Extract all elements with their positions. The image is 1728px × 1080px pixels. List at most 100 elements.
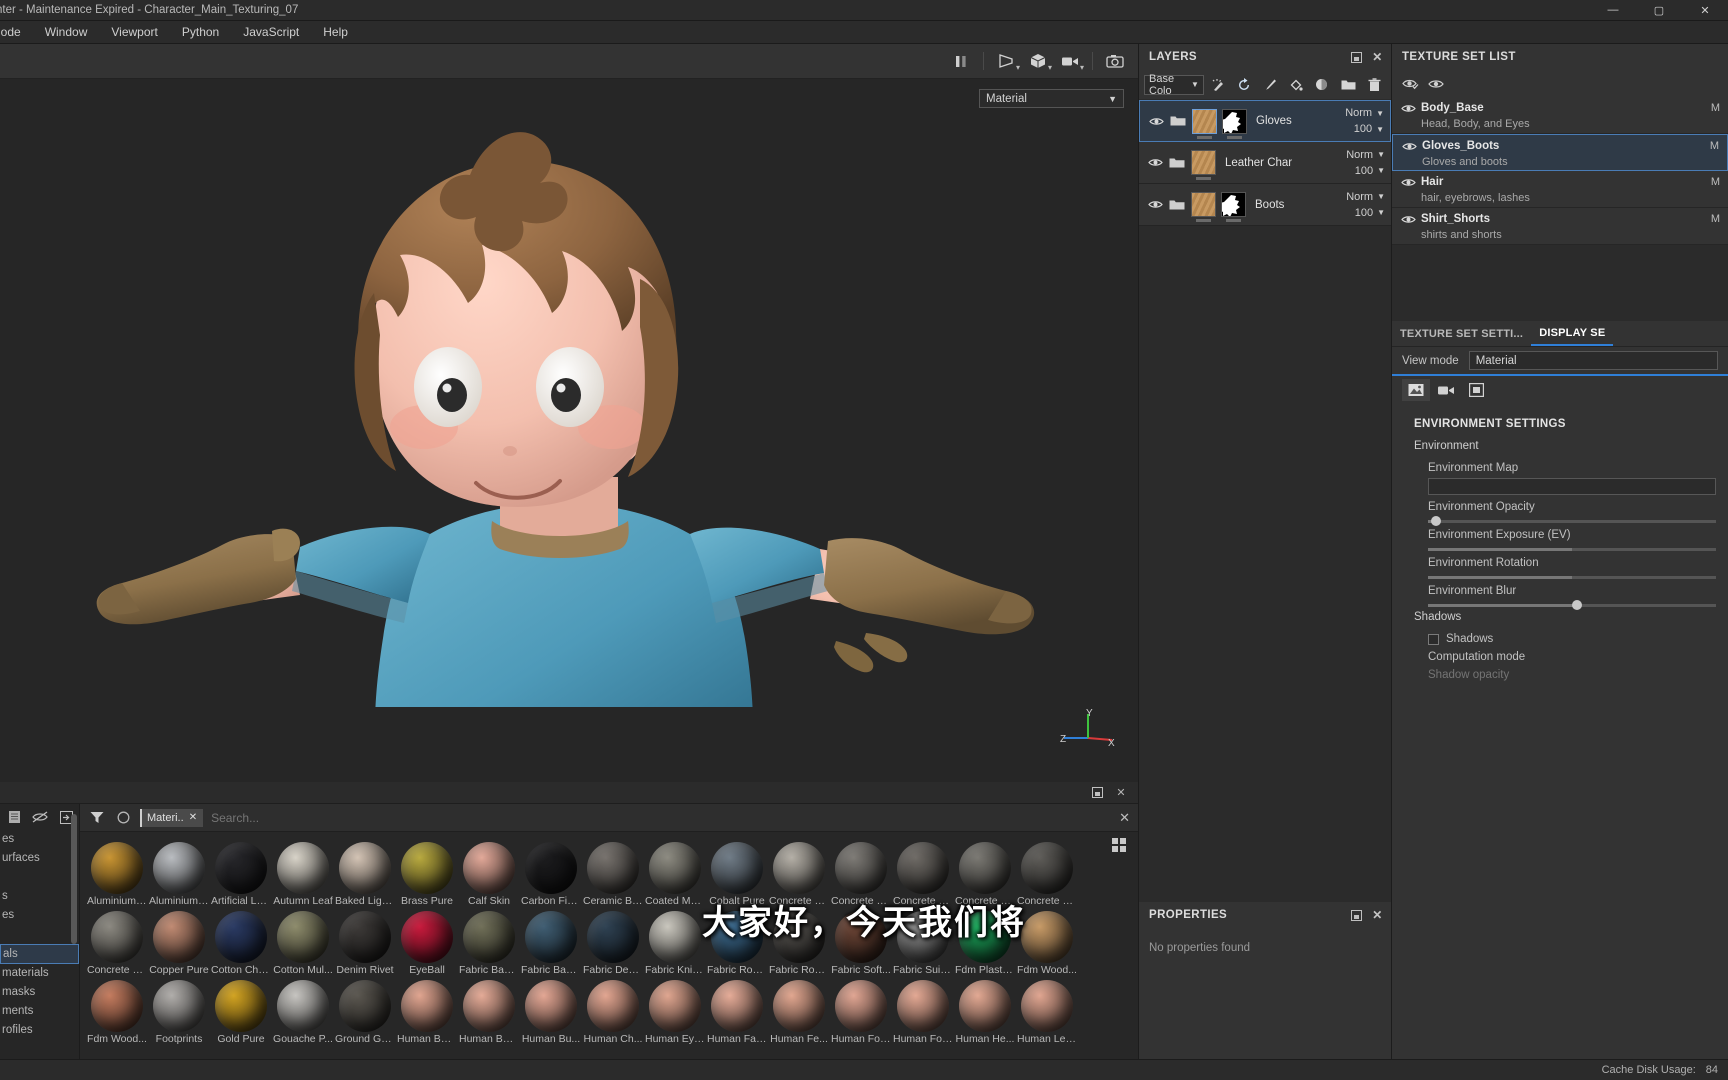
material-cell[interactable]: Fabric Bam... — [458, 907, 520, 976]
material-thumbnail[interactable] — [711, 911, 763, 963]
eye-icon[interactable] — [1147, 197, 1163, 213]
material-cell[interactable]: Human Bu... — [520, 976, 582, 1045]
menu-item-help[interactable]: Help — [311, 21, 360, 44]
eye-icon[interactable] — [1148, 113, 1164, 129]
material-cell[interactable]: Human For... — [830, 976, 892, 1045]
material-thumbnail[interactable] — [277, 911, 329, 963]
layer-row[interactable]: Gloves Norm ▼ 100 ▼ — [1139, 100, 1391, 142]
material-cell[interactable]: Concrete B... — [768, 838, 830, 907]
material-cell[interactable]: Aluminium ... — [86, 838, 148, 907]
material-thumbnail[interactable] — [897, 911, 949, 963]
chevron-down-icon[interactable]: ▼ — [1191, 80, 1199, 89]
material-thumbnail[interactable] — [959, 911, 1011, 963]
material-cell[interactable]: Autumn Leaf — [272, 838, 334, 907]
material-thumbnail[interactable] — [835, 842, 887, 894]
material-cell[interactable]: Fabric Base... — [520, 907, 582, 976]
material-thumbnail[interactable] — [959, 980, 1011, 1032]
material-cell[interactable]: Fdm Wood... — [1016, 907, 1078, 976]
material-cell[interactable]: Human Ch... — [582, 976, 644, 1045]
eye-check-icon[interactable] — [1400, 75, 1420, 93]
folder-icon[interactable] — [1168, 156, 1186, 170]
material-cell[interactable]: Human Fe... — [768, 976, 830, 1045]
eye-icon[interactable] — [1426, 75, 1446, 93]
environment-exposure-slider[interactable] — [1428, 548, 1716, 551]
maximize-button[interactable]: ▢ — [1636, 0, 1682, 21]
material-cell[interactable]: Fabric Rough — [706, 907, 768, 976]
channel-selector[interactable]: Base Colo ▼ — [1144, 73, 1204, 97]
material-cell[interactable]: Fabric Suit ... — [892, 907, 954, 976]
environment-blur-slider[interactable] — [1428, 600, 1716, 610]
menu-item-viewport[interactable]: Viewport — [99, 21, 169, 44]
material-thumbnail[interactable] — [773, 842, 825, 894]
minimize-button[interactable]: — — [1590, 0, 1636, 21]
material-thumbnail[interactable] — [153, 842, 205, 894]
trash-icon[interactable] — [1363, 74, 1386, 96]
material-thumbnail[interactable] — [91, 980, 143, 1032]
layer-blend-mode[interactable]: Norm ▼ — [1345, 105, 1384, 121]
material-thumbnail[interactable] — [1021, 911, 1073, 963]
shelf-nav-item[interactable]: masks — [0, 983, 79, 1002]
material-thumbnail[interactable] — [773, 911, 825, 963]
material-thumbnail[interactable] — [649, 980, 701, 1032]
material-cell[interactable]: Copper Pure — [148, 907, 210, 976]
filter-chip-materials[interactable]: Materi.. ✕ — [140, 808, 204, 827]
eye-icon[interactable] — [1400, 100, 1416, 116]
material-thumbnail[interactable] — [339, 842, 391, 894]
material-cell[interactable]: Human Fac... — [706, 976, 768, 1045]
shelf-nav-item[interactable]: materials — [0, 964, 79, 983]
layers-float-button[interactable] — [1349, 50, 1364, 65]
shelf-nav-item[interactable] — [0, 925, 79, 944]
material-thumbnail[interactable] — [339, 980, 391, 1032]
layer-mask-thumbnail[interactable] — [1219, 192, 1246, 222]
menu-item-mode[interactable]: lode — [0, 21, 33, 44]
material-thumbnail[interactable] — [835, 911, 887, 963]
shelf-nav-item-materials[interactable]: als — [0, 944, 79, 964]
layer-thumbnail[interactable] — [1192, 108, 1217, 139]
layer-opacity[interactable]: 100 ▼ — [1346, 205, 1385, 221]
circle-icon[interactable] — [114, 809, 132, 827]
texture-set-row[interactable]: Shirt_Shorts Mshirts and shorts — [1392, 208, 1728, 245]
material-thumbnail[interactable] — [277, 980, 329, 1032]
material-thumbnail[interactable] — [525, 911, 577, 963]
material-thumbnail[interactable] — [587, 842, 639, 894]
material-cell[interactable]: Fabric Rou... — [768, 907, 830, 976]
mask-icon[interactable] — [1311, 74, 1334, 96]
shelf-close-button[interactable]: ✕ — [1110, 784, 1132, 802]
material-thumbnail[interactable] — [401, 980, 453, 1032]
cube-icon[interactable]: ▾ — [1023, 48, 1053, 74]
shelf-float-button[interactable] — [1086, 784, 1108, 802]
layer-thumbnail[interactable] — [1191, 150, 1216, 180]
material-thumbnail[interactable] — [959, 842, 1011, 894]
menu-item-python[interactable]: Python — [170, 21, 231, 44]
material-cell[interactable]: Human Eye... — [644, 976, 706, 1045]
menu-item-window[interactable]: Window — [33, 21, 100, 44]
material-cell[interactable]: Gold Pure — [210, 976, 272, 1045]
material-thumbnail[interactable] — [587, 980, 639, 1032]
hide-icon[interactable] — [30, 808, 50, 826]
camera-view-icon[interactable]: ▾ — [1055, 48, 1085, 74]
material-cell[interactable]: Fdm Wood... — [86, 976, 148, 1045]
material-cell[interactable]: Fabric Knitt... — [644, 907, 706, 976]
grid-view-icon[interactable] — [1112, 838, 1128, 854]
material-cell[interactable]: Carbon Fiber — [520, 838, 582, 907]
viewport-3d[interactable]: Material ▼ Z Y X — [0, 79, 1138, 782]
material-cell[interactable]: Concrete Cl... — [830, 838, 892, 907]
material-thumbnail[interactable] — [91, 842, 143, 894]
texture-set-row[interactable]: Body_Base M Head, Body, and Eyes — [1392, 97, 1728, 134]
layer-opacity[interactable]: 100 ▼ — [1346, 163, 1385, 179]
material-thumbnail[interactable] — [649, 911, 701, 963]
material-thumbnail[interactable] — [401, 911, 453, 963]
material-cell[interactable]: Aluminium ... — [148, 838, 210, 907]
material-thumbnail[interactable] — [711, 842, 763, 894]
environment-rotation-slider[interactable] — [1428, 576, 1716, 579]
folder-icon[interactable] — [1169, 114, 1187, 128]
material-thumbnail[interactable] — [463, 980, 515, 1032]
material-thumbnail[interactable] — [587, 911, 639, 963]
material-thumbnail[interactable] — [463, 911, 515, 963]
material-thumbnail[interactable] — [91, 911, 143, 963]
folder-icon[interactable] — [1337, 74, 1360, 96]
environment-map-field[interactable] — [1428, 478, 1716, 495]
menu-item-javascript[interactable]: JavaScript — [231, 21, 311, 44]
eye-icon[interactable] — [1400, 174, 1416, 190]
material-thumbnail[interactable] — [153, 980, 205, 1032]
